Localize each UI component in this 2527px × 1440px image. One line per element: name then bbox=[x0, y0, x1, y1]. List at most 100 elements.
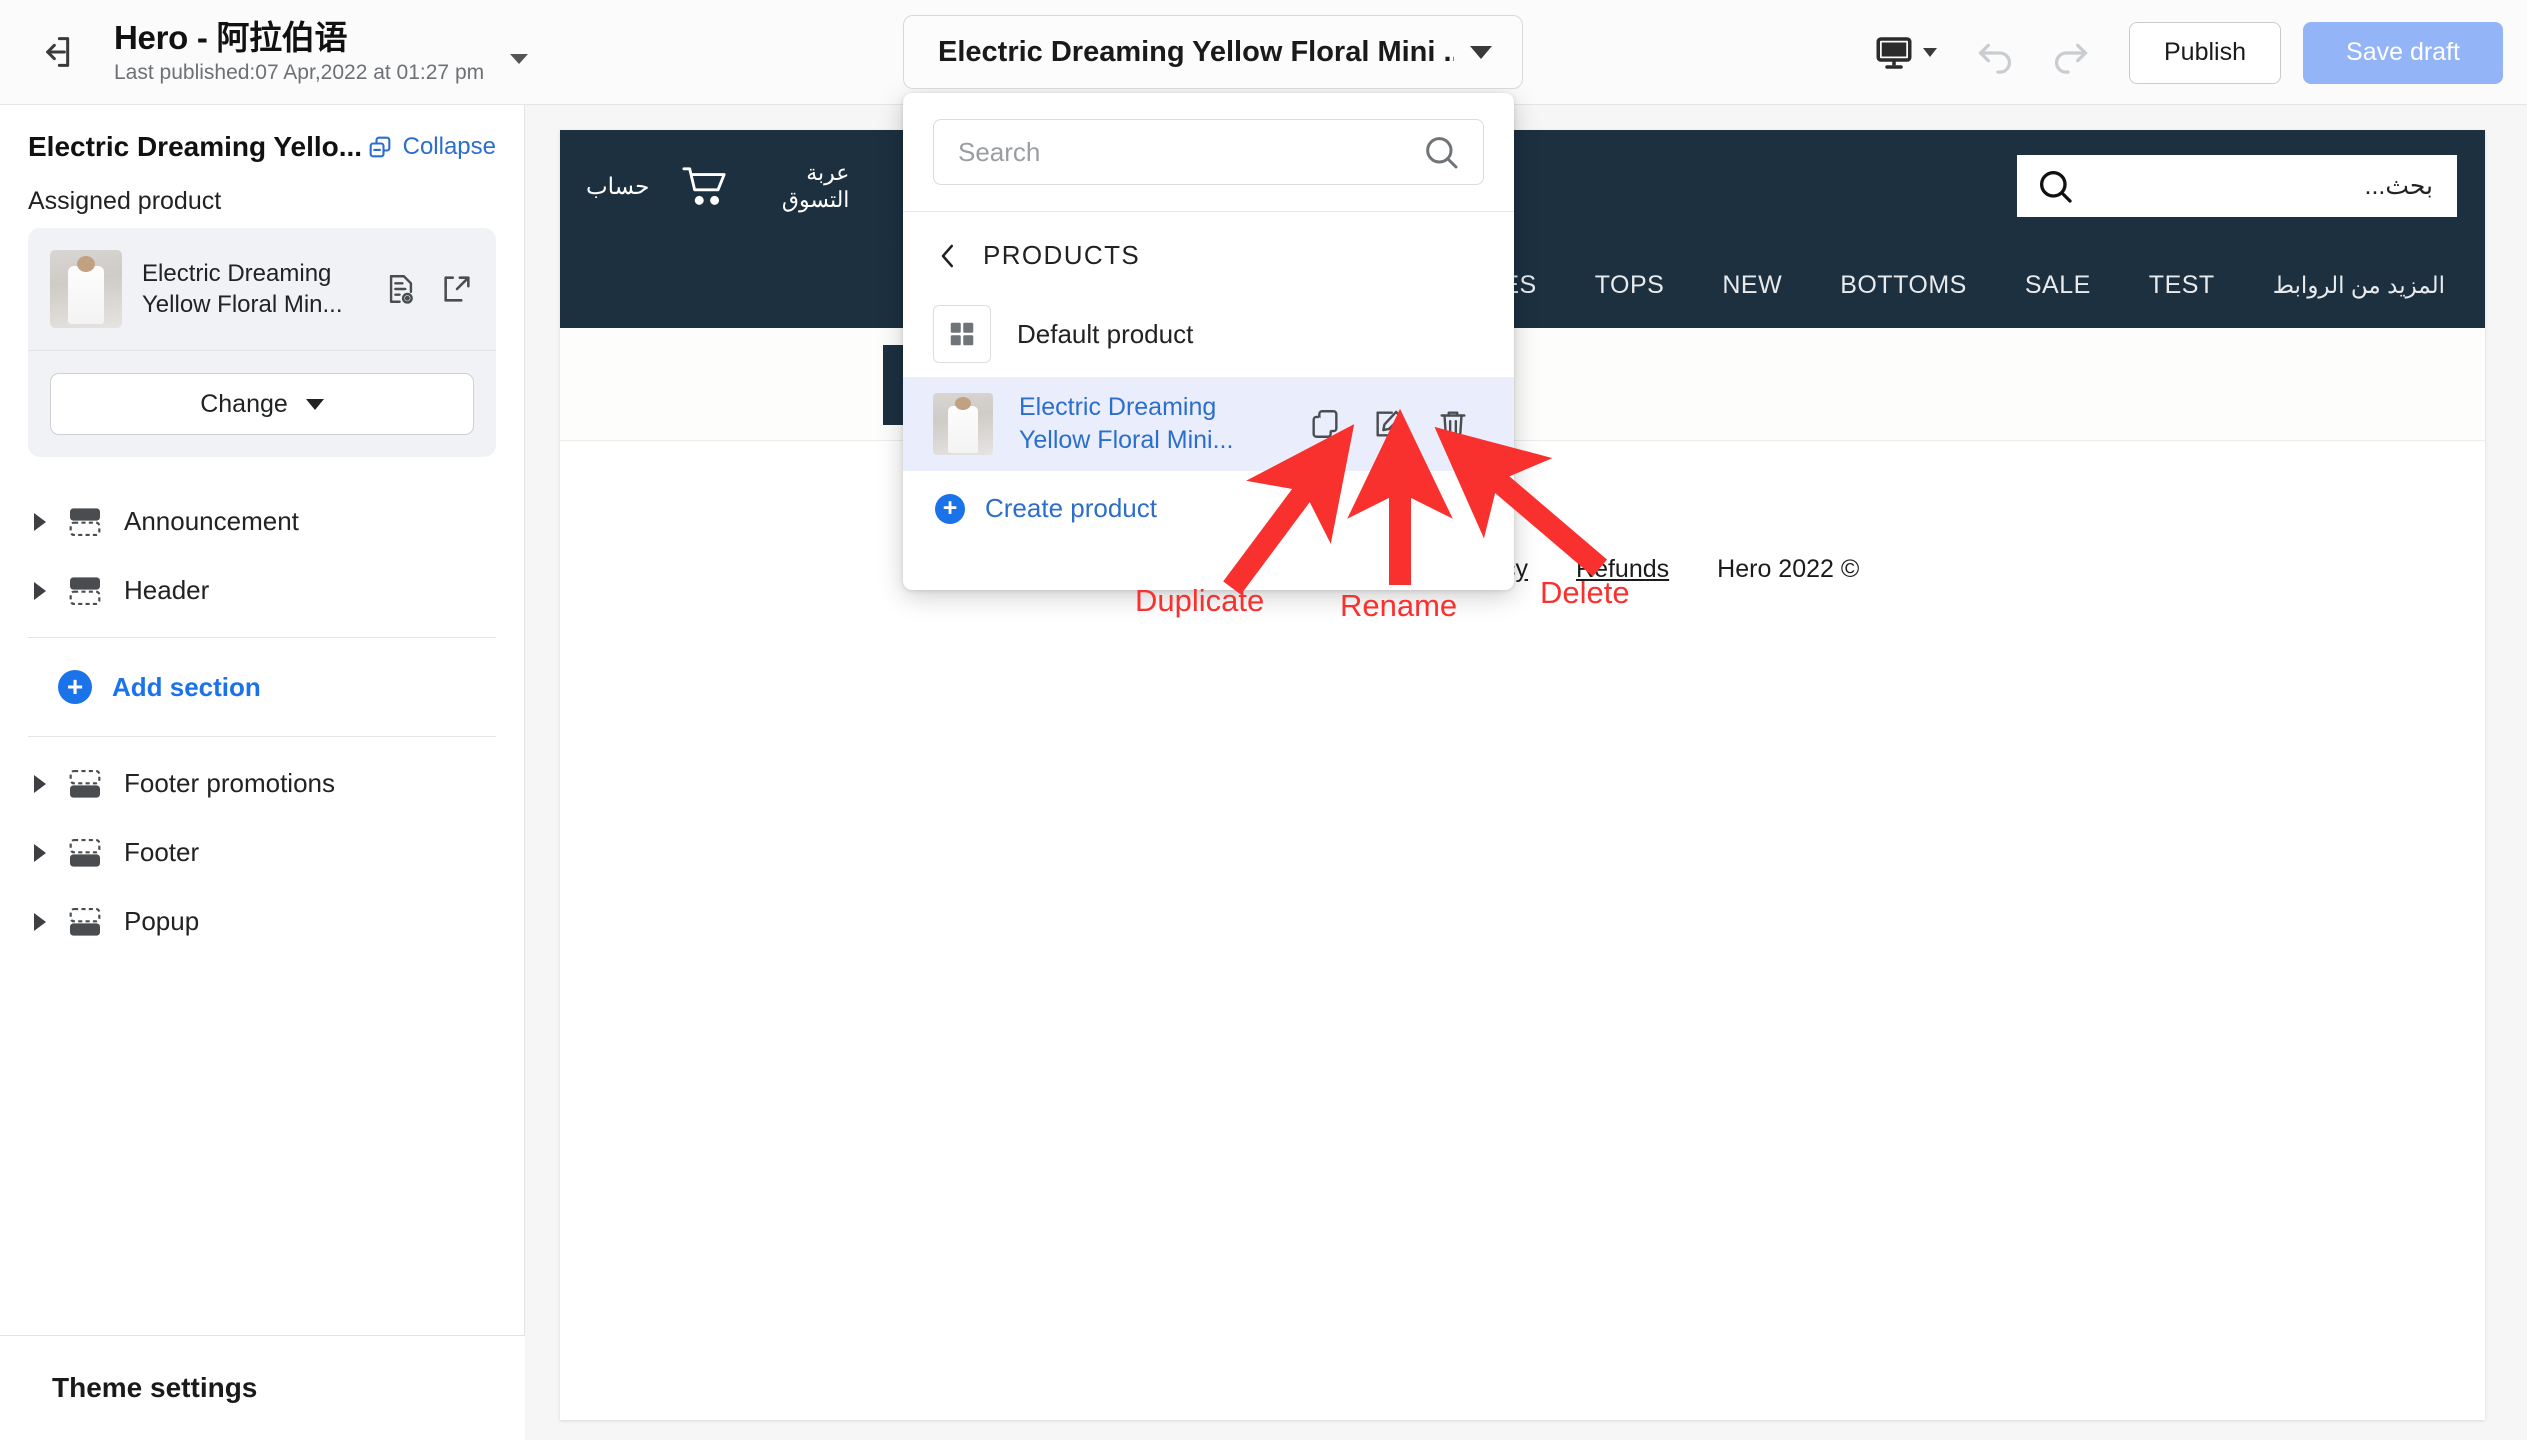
change-product-wrap: Change bbox=[28, 351, 496, 457]
sidebar-item-footer[interactable]: Footer bbox=[0, 818, 524, 887]
plus-circle-icon: + bbox=[58, 670, 92, 704]
left-sidebar: Electric Dreaming Yello... Collapse Assi… bbox=[0, 105, 525, 1440]
nav-item-more-links[interactable]: المزيد من الروابط bbox=[2273, 272, 2445, 299]
copy-icon bbox=[1312, 410, 1338, 438]
nav-item-new[interactable]: NEW bbox=[1722, 271, 1782, 300]
create-product-button[interactable]: + Create product bbox=[903, 471, 1514, 546]
promo-image-placeholder bbox=[883, 345, 905, 425]
collapse-button[interactable]: Collapse bbox=[366, 133, 496, 161]
site-footer: Terms Privacy Refunds Hero 2022 © bbox=[560, 555, 2485, 584]
toolbar-actions: Publish Save draft bbox=[1851, 0, 2503, 105]
chevron-right-icon bbox=[34, 512, 46, 531]
change-product-button[interactable]: Change bbox=[50, 373, 474, 435]
dropdown-search-wrap: Search bbox=[903, 93, 1514, 211]
nav-item-bottoms[interactable]: BOTTOMS bbox=[1840, 271, 1967, 300]
device-preview-button[interactable] bbox=[1851, 32, 1959, 74]
create-product-label: Create product bbox=[985, 493, 1157, 523]
site-search-placeholder: بحث... bbox=[2364, 172, 2433, 200]
cart-button[interactable]: عربة التسوق bbox=[679, 159, 849, 214]
cart-label: عربة التسوق bbox=[781, 159, 850, 213]
dropdown-item-electric-dreaming[interactable]: Electric Dreaming Yellow Floral Mini... bbox=[903, 377, 1514, 471]
search-icon bbox=[2040, 171, 2072, 203]
product-open-button[interactable] bbox=[440, 272, 474, 306]
dropdown-search-field[interactable]: Search bbox=[933, 119, 1484, 185]
nav-item-test-2[interactable]: TEST bbox=[2149, 271, 2215, 300]
theme-settings-button[interactable]: Theme settings bbox=[0, 1335, 525, 1440]
chevron-right-icon bbox=[34, 581, 46, 600]
publish-button[interactable]: Publish bbox=[2129, 21, 2281, 84]
nav-item-tops[interactable]: TOPS bbox=[1595, 271, 1665, 300]
save-draft-button[interactable]: Save draft bbox=[2303, 21, 2503, 84]
add-section-label: Add section bbox=[112, 671, 261, 702]
section-top-icon bbox=[69, 576, 101, 605]
account-link[interactable]: حساب bbox=[586, 173, 649, 200]
chevron-down-icon bbox=[1470, 45, 1492, 59]
sidebar-title: Electric Dreaming Yello... bbox=[28, 131, 363, 162]
search-icon bbox=[1426, 137, 1458, 169]
site-header: بحث... Hero عربة التسوق حساب bbox=[560, 130, 2485, 242]
trash-icon bbox=[1440, 411, 1466, 438]
plus-circle-icon: + bbox=[935, 493, 965, 524]
dropdown-breadcrumb[interactable]: PRODUCTS bbox=[903, 212, 1514, 291]
document-preview-icon bbox=[389, 275, 413, 304]
footer-link-refunds[interactable]: Refunds bbox=[1576, 555, 1669, 584]
dropdown-item-label: Electric Dreaming Yellow Floral Mini... bbox=[1019, 393, 1234, 454]
product-preview-button[interactable] bbox=[384, 272, 418, 306]
chevron-right-icon bbox=[34, 912, 46, 931]
sidebar-item-label: Popup bbox=[124, 906, 200, 936]
section-list: Announcement Header + Add section Footer… bbox=[0, 487, 524, 956]
shopping-cart-icon bbox=[682, 167, 727, 205]
nav-item-sale[interactable]: SALE bbox=[2025, 271, 2091, 300]
duplicate-button[interactable] bbox=[1308, 407, 1342, 441]
add-section-button[interactable]: + Add section bbox=[0, 650, 524, 724]
sidebar-header: Electric Dreaming Yello... Collapse bbox=[0, 105, 524, 177]
sidebar-item-label: Header bbox=[124, 575, 210, 605]
chevron-right-icon bbox=[34, 774, 46, 793]
sidebar-item-label: Footer bbox=[124, 837, 200, 867]
redo-button[interactable] bbox=[2033, 16, 2107, 90]
external-link-icon bbox=[444, 276, 470, 302]
grid-squares-icon bbox=[933, 305, 991, 363]
site-search-box[interactable]: بحث... bbox=[2017, 155, 2457, 217]
assigned-product-actions bbox=[384, 272, 474, 306]
dropdown-row-actions bbox=[1308, 407, 1484, 441]
section-top-icon bbox=[69, 507, 101, 536]
page-title-block: Hero - 阿拉伯语 Last published:07 Apr,2022 a… bbox=[114, 19, 484, 85]
divider bbox=[28, 736, 496, 737]
redo-arrow-icon bbox=[2054, 43, 2088, 74]
product-thumbnail bbox=[50, 250, 122, 328]
site-nav: المزيد من الروابط TEST SALE BOTTOMS NEW … bbox=[560, 242, 2485, 328]
promo-band: Subscribe today to hear first about our … bbox=[560, 328, 2485, 440]
delete-button[interactable] bbox=[1436, 407, 1470, 441]
page-selector-label: Electric Dreaming Yellow Floral Mini ... bbox=[938, 35, 1454, 68]
product-dropdown-panel: Search PRODUCTS Default product Electric… bbox=[903, 93, 1514, 590]
undo-button[interactable] bbox=[1959, 16, 2033, 90]
page-selector[interactable]: Electric Dreaming Yellow Floral Mini ... bbox=[903, 15, 1523, 89]
site-header-actions: عربة التسوق حساب bbox=[586, 159, 849, 214]
sidebar-item-announcement[interactable]: Announcement bbox=[0, 487, 524, 556]
sidebar-item-popup[interactable]: Popup bbox=[0, 887, 524, 956]
back-button[interactable] bbox=[24, 20, 88, 84]
page-title: Hero - 阿拉伯语 bbox=[114, 19, 348, 57]
sidebar-item-header[interactable]: Header bbox=[0, 556, 524, 625]
site-preview: بحث... Hero عربة التسوق حساب المزيد من ا… bbox=[560, 130, 2485, 1420]
last-published-text: Last published:07 Apr,2022 at 01:27 pm bbox=[114, 60, 485, 84]
change-label: Change bbox=[200, 389, 288, 418]
assigned-product-row[interactable]: Electric Dreaming Yellow Floral Min... bbox=[28, 228, 496, 351]
chevron-left-icon bbox=[941, 244, 953, 267]
desktop-icon bbox=[1876, 36, 1912, 69]
dropdown-item-default-product[interactable]: Default product bbox=[903, 291, 1514, 377]
sidebar-item-footer-promotions[interactable]: Footer promotions bbox=[0, 749, 524, 818]
rename-button[interactable] bbox=[1372, 407, 1406, 441]
sidebar-item-label: Footer promotions bbox=[124, 768, 335, 798]
site-body bbox=[560, 440, 2485, 1000]
chevron-down-icon[interactable] bbox=[510, 54, 529, 64]
breadcrumb-label: PRODUCTS bbox=[983, 240, 1141, 270]
assigned-product-name: Electric Dreaming Yellow Floral Min... bbox=[142, 259, 343, 318]
divider bbox=[28, 637, 496, 638]
product-thumbnail bbox=[933, 393, 993, 455]
collapse-panels-icon bbox=[369, 136, 390, 158]
exit-arrow-icon bbox=[46, 37, 70, 67]
sidebar-item-label: Announcement bbox=[124, 506, 299, 536]
assigned-product-card: Electric Dreaming Yellow Floral Min... C… bbox=[28, 228, 496, 457]
